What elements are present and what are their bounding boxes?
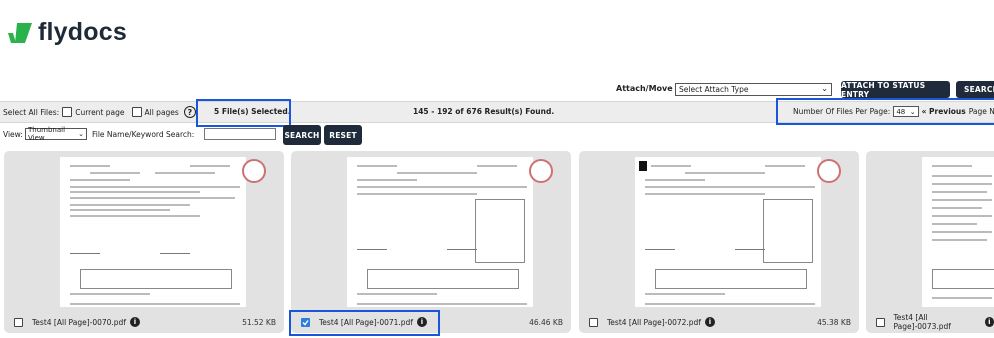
pdf-badge-icon bbox=[529, 159, 553, 183]
keyword-search-label: File Name/Keyword Search: bbox=[92, 130, 195, 139]
file-thumbnail[interactable] bbox=[922, 157, 994, 307]
attach-to-status-entry-button[interactable]: ATTACH TO STATUS ENTRY bbox=[841, 81, 950, 99]
chevron-down-icon: ⌄ bbox=[78, 130, 84, 138]
file-checkbox[interactable] bbox=[589, 317, 598, 327]
file-size: 51.52 KB bbox=[242, 317, 276, 327]
all-pages-label: All pages bbox=[144, 107, 179, 117]
file-thumbnail[interactable] bbox=[60, 157, 246, 307]
file-name[interactable]: Test4 [All Page]-0072.pdf bbox=[607, 318, 701, 327]
file-thumbnail[interactable] bbox=[635, 157, 821, 307]
info-icon[interactable]: i bbox=[984, 317, 994, 327]
results-count: 145 - 192 of 676 Result(s) Found. bbox=[413, 107, 555, 116]
chevron-down-icon: ⌄ bbox=[821, 84, 828, 93]
view-toolbar: View: Thumbnail View ⌄ File Name/Keyword… bbox=[0, 125, 994, 145]
info-icon[interactable]: i bbox=[129, 317, 140, 327]
file-checkbox[interactable] bbox=[876, 317, 885, 327]
select-all-label: Select All Files: bbox=[3, 107, 60, 117]
keyword-search-input[interactable] bbox=[204, 128, 276, 140]
file-card[interactable]: Test4 [All Page]-0073.pdf i bbox=[866, 151, 994, 333]
file-card-footer: Test4 [All Page]-0072.pdf i 45.38 KB bbox=[579, 311, 859, 333]
selected-count-highlight bbox=[196, 99, 291, 127]
view-mode-select[interactable]: Thumbnail View ⌄ bbox=[25, 126, 87, 142]
selected-file-highlight bbox=[289, 310, 440, 336]
search-button[interactable]: SEARCH bbox=[283, 125, 321, 145]
pdf-badge-icon bbox=[817, 159, 841, 183]
brand-name: flydocs bbox=[38, 18, 127, 46]
reset-button[interactable]: RESET bbox=[324, 125, 362, 145]
attach-type-select[interactable]: Select Attach Type ⌄ bbox=[675, 83, 832, 96]
file-card[interactable]: Test4 [All Page]-0071.pdf i 46.46 KB bbox=[291, 151, 571, 333]
file-name[interactable]: Test4 [All Page]-0070.pdf bbox=[32, 318, 126, 327]
file-card-footer: Test4 [All Page]-0070.pdf i 51.52 KB bbox=[4, 311, 284, 333]
file-size: 46.46 KB bbox=[529, 317, 563, 327]
help-icon[interactable]: ? bbox=[183, 106, 196, 118]
flydocs-logo-icon bbox=[8, 22, 32, 44]
flydocs-logo: flydocs bbox=[8, 18, 127, 47]
pdf-badge-icon bbox=[242, 159, 266, 183]
file-card-footer: Test4 [All Page]-0073.pdf i bbox=[866, 311, 994, 333]
current-page-checkbox[interactable] bbox=[62, 107, 73, 117]
current-page-label: Current page bbox=[75, 107, 125, 117]
file-name[interactable]: Test4 [All Page]-0073.pdf bbox=[894, 313, 981, 331]
view-label: View: bbox=[3, 130, 23, 139]
file-card[interactable]: Test4 [All Page]-0072.pdf i 45.38 KB bbox=[579, 151, 859, 333]
file-size: 45.38 KB bbox=[817, 317, 851, 327]
all-pages-checkbox[interactable] bbox=[131, 107, 142, 117]
attach-toolbar: Attach/Move To: Select Attach Type ⌄ ATT… bbox=[0, 81, 994, 99]
file-checkbox[interactable] bbox=[14, 317, 23, 327]
view-mode-value: Thumbnail View bbox=[28, 126, 66, 142]
attach-search-button[interactable]: SEARCH bbox=[956, 81, 994, 98]
info-icon[interactable]: i bbox=[704, 317, 715, 327]
file-card[interactable]: Test4 [All Page]-0070.pdf i 51.52 KB bbox=[4, 151, 284, 333]
pagination-highlight bbox=[776, 98, 994, 125]
file-thumbnail[interactable] bbox=[347, 157, 533, 307]
attach-type-value: Select Attach Type bbox=[679, 85, 749, 94]
